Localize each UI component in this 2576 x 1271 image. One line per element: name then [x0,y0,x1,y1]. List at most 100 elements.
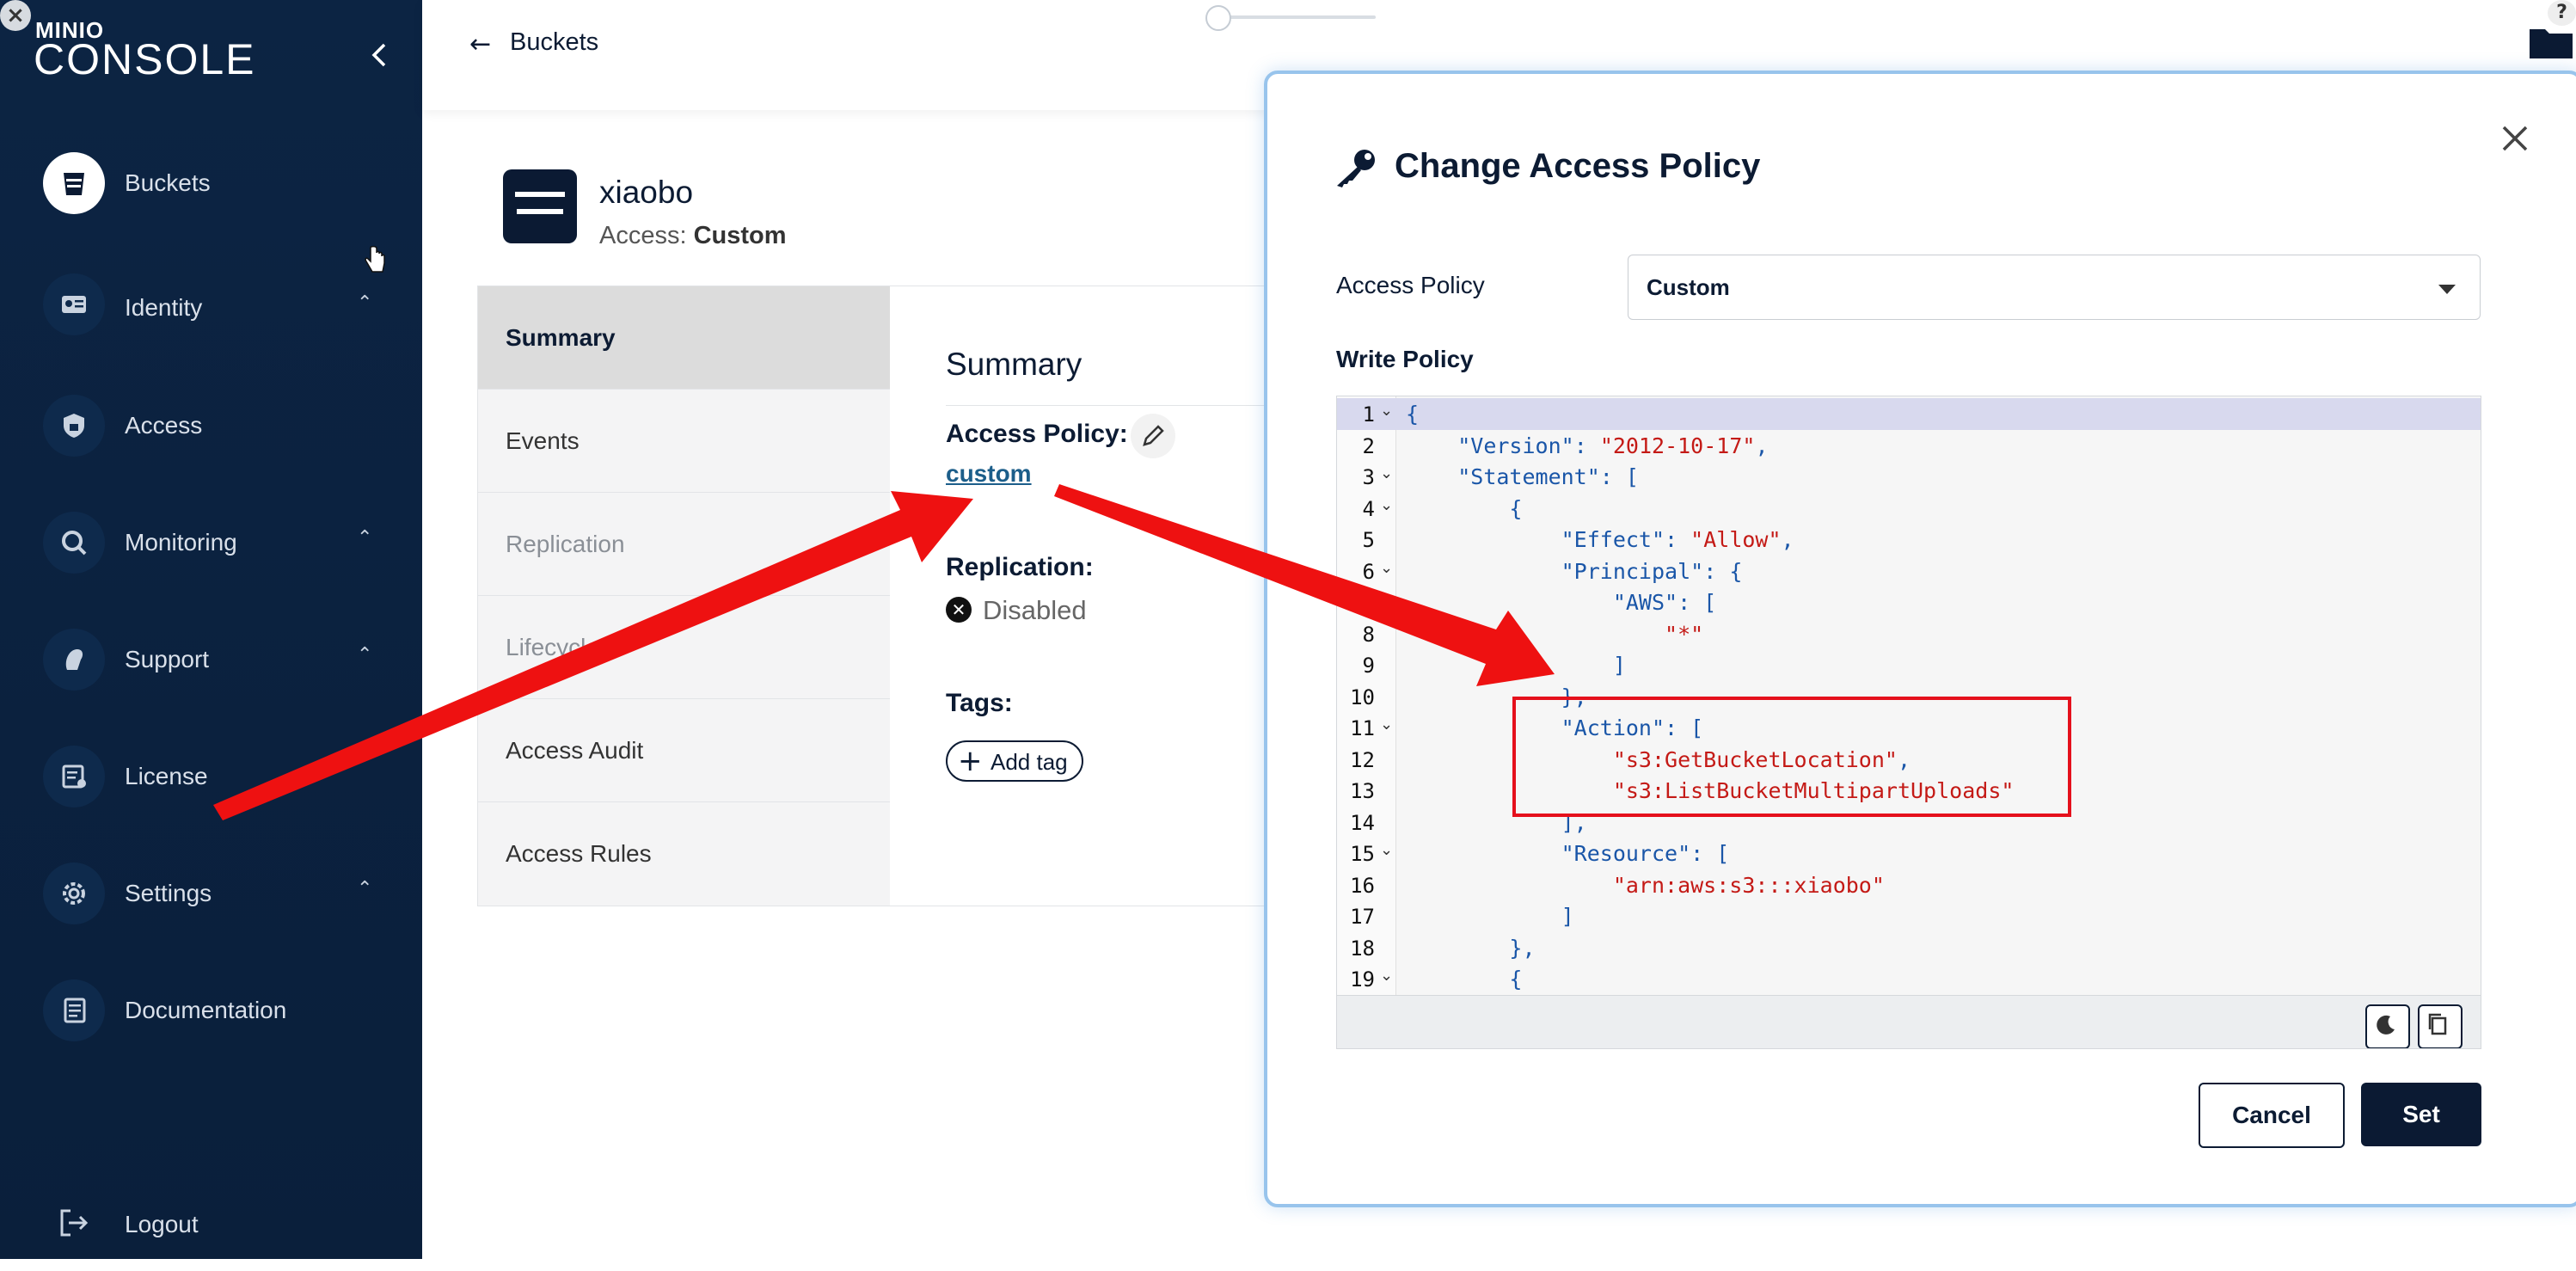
tags-label: Tags: [946,689,1013,717]
tab-events[interactable]: Events [478,390,890,493]
sidebar-item-license[interactable]: License [0,746,422,823]
line-number: 6 [1362,559,1375,584]
code-text: { [1406,967,1523,992]
fold-chevron-icon[interactable]: ⌄ [1380,559,1393,577]
tab-label: Events [506,427,580,454]
summary-title: Summary [946,347,1083,382]
lock-icon [43,395,105,457]
sidebar-item-documentation[interactable]: Documentation [0,979,422,1057]
collapse-sidebar-button[interactable] [365,38,395,72]
sidebar: MINIO CONSOLE Buckets Identity ⌃ Access … [0,0,422,1259]
code-text: "AWS": [ [1612,590,1717,615]
copy-icon [2428,1013,2447,1035]
tab-lifecycle[interactable]: Lifecycle [478,596,890,699]
line-number: 19 [1350,967,1375,992]
line-number: 5 [1362,528,1375,552]
code-line: 16 "arn:aws:s3:::xiaobo" [1337,869,2481,901]
add-tag-button[interactable]: + Add tag [946,740,1083,782]
sidebar-item-label: Buckets [125,169,211,196]
highlight-box-annotation [1512,697,2071,817]
tab-access-rules[interactable]: Access Rules [478,802,890,905]
code-line: 8 "*" [1337,618,2481,650]
divider [946,405,1268,406]
close-icon[interactable]: × [0,0,31,31]
modal-close-button[interactable] [2493,117,2536,160]
chevron-up-icon: ⌃ [357,527,373,549]
cancel-button[interactable]: Cancel [2199,1083,2345,1148]
help-icon[interactable]: ? [2548,0,2576,26]
tab-label: Access Rules [506,840,652,867]
code-text: { [1406,402,1420,427]
bucket-access-value: Custom [693,222,787,249]
code-text: { [1406,495,1523,521]
key-icon [1337,150,1375,187]
hand-cursor-icon [365,246,385,273]
dropdown-caret-icon [2438,285,2456,294]
fold-chevron-icon[interactable]: ⌄ [1380,496,1393,514]
plus-icon: + [958,744,983,778]
code-text: "Principal": { [1561,558,1743,584]
moon-icon [2377,1015,2395,1035]
code-line: 7 "AWS": [ [1337,586,2481,618]
sidebar-item-monitoring[interactable]: Monitoring ⌃ [0,512,422,589]
zoom-slider-thumb[interactable] [1205,5,1231,31]
fold-chevron-icon[interactable]: ⌄ [1380,967,1393,985]
close-icon [2502,126,2528,151]
tab-replication[interactable]: Replication [478,493,890,596]
disabled-x-icon: ✕ [946,597,972,623]
fold-chevron-icon[interactable]: ⌄ [1380,402,1393,420]
code-line: 15 ⌄ "Resource": [ [1337,838,2481,869]
code-text: "Statement": [ [1457,464,1639,489]
code-text: "*" [1665,621,1704,647]
sidebar-item-identity[interactable]: Identity ⌃ [0,273,422,354]
tab-summary[interactable]: Summary [478,286,890,390]
chevron-up-icon: ⌃ [357,878,373,900]
line-number: 8 [1362,622,1375,647]
line-number: 4 [1362,496,1375,521]
breadcrumb-buckets[interactable]: Buckets [510,28,598,57]
edit-policy-button[interactable] [1131,414,1175,458]
copy-button[interactable] [2418,1004,2463,1048]
theme-toggle-button[interactable] [2365,1004,2410,1048]
code-text: "Version": "2012-10-17", [1457,433,1769,458]
line-number: 2 [1362,433,1375,458]
code-text: "Effect": "Allow", [1561,527,1794,552]
chevron-up-icon: ⌃ [357,292,373,314]
code-text: ] [1406,904,1574,929]
code-line: 5 "Effect": "Allow", [1337,524,2481,556]
tab-access-audit[interactable]: Access Audit [478,699,890,802]
fold-chevron-icon[interactable]: ⌄ [1380,464,1393,482]
line-number: 17 [1350,905,1375,929]
logout-button[interactable]: Logout [0,1194,422,1271]
support-icon [43,629,105,691]
bucket-access-prefix: Access: [599,222,687,249]
access-policy-select[interactable]: Custom [1628,255,2481,320]
sidebar-item-access[interactable]: Access [0,395,422,472]
console-logo: CONSOLE [34,35,256,83]
sidebar-item-buckets[interactable]: Buckets [0,152,422,230]
bucket-icon [43,152,105,214]
sidebar-item-label: Settings [125,880,212,906]
back-arrow-icon[interactable]: ← [469,29,491,59]
access-policy-label: Access Policy: [946,420,1128,448]
line-number: 7 [1362,591,1375,615]
chevron-left-icon [371,43,386,67]
sidebar-item-label: Access [125,412,203,439]
set-button[interactable]: Set [2361,1083,2481,1146]
fold-chevron-icon[interactable]: ⌄ [1380,841,1393,859]
line-number: 9 [1362,654,1375,678]
access-policy-link[interactable]: custom [946,460,1032,488]
tab-label: Lifecycle [506,634,599,660]
sidebar-item-settings[interactable]: Settings ⌃ [0,863,422,940]
write-policy-label: Write Policy [1336,346,1474,372]
code-line: 9 ] [1337,649,2481,681]
line-number: 15 [1350,842,1375,866]
license-icon [43,746,105,807]
fold-chevron-icon[interactable]: ⌄ [1380,715,1393,734]
sidebar-item-label: License [125,763,208,789]
line-number: 16 [1350,873,1375,898]
zoom-slider-track[interactable] [1208,15,1376,19]
sidebar-item-support[interactable]: Support ⌃ [0,629,422,706]
folder-icon[interactable] [2528,24,2574,60]
code-text: ] [1406,653,1626,678]
